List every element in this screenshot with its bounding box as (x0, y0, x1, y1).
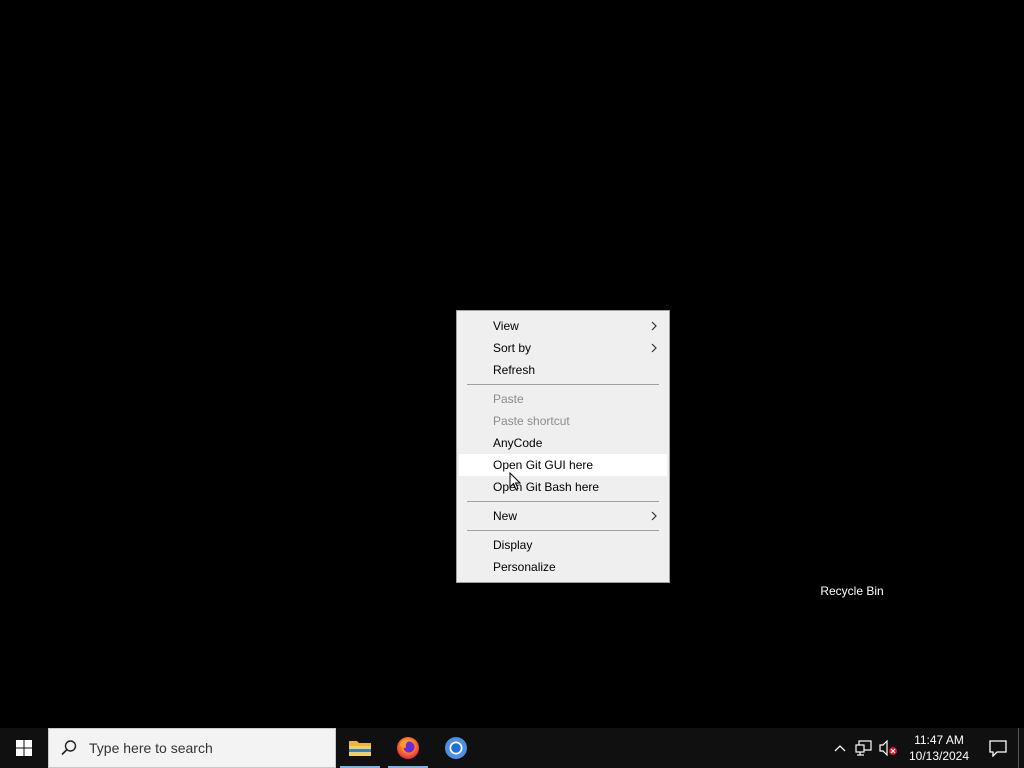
search-placeholder: Type here to search (89, 740, 213, 756)
menu-separator (467, 530, 659, 531)
menu-item-view[interactable]: View (459, 315, 667, 337)
chevron-right-icon (649, 505, 659, 527)
chevron-right-icon (649, 315, 659, 337)
network-icon[interactable] (852, 728, 876, 768)
chromium-icon (445, 737, 467, 759)
menu-item-label: Open Git GUI here (493, 458, 594, 472)
desktop-context-menu: View Sort by Refresh Paste Paste shortcu… (456, 310, 670, 583)
file-explorer-icon (349, 741, 371, 756)
show-desktop-button[interactable] (1018, 728, 1024, 768)
taskbar-clock[interactable]: 11:47 AM 10/13/2024 (906, 732, 972, 764)
taskbar-search-box[interactable]: Type here to search (48, 728, 336, 768)
clock-date: 10/13/2024 (908, 749, 970, 763)
menu-item-label: Paste shortcut (493, 414, 570, 428)
menu-item-label: New (493, 509, 518, 523)
menu-item-refresh[interactable]: Refresh (459, 359, 667, 381)
menu-item-label: AnyCode (493, 436, 543, 450)
menu-separator (467, 384, 659, 385)
taskbar-app-file-explorer[interactable] (336, 728, 384, 768)
menu-item-label: Personalize (493, 560, 556, 574)
menu-item-open-git-bash[interactable]: Open Git Bash here (459, 476, 667, 498)
system-tray: 11:47 AM 10/13/2024 (828, 728, 1024, 768)
firefox-icon (397, 737, 419, 759)
menu-item-label: Open Git Bash here (493, 480, 600, 494)
menu-item-new[interactable]: New (459, 505, 667, 527)
recycle-bin-label: Recycle Bin (820, 584, 884, 598)
menu-separator (467, 501, 659, 502)
menu-item-paste: Paste (459, 388, 667, 410)
action-center-button[interactable] (978, 728, 1018, 768)
taskbar-app-chromium[interactable] (432, 728, 480, 768)
menu-item-sort-by[interactable]: Sort by (459, 337, 667, 359)
desktop[interactable]: Recycle Bin View Sort by Refresh Paste P… (0, 0, 1024, 728)
menu-item-label: Sort by (493, 341, 532, 355)
chevron-right-icon (649, 337, 659, 359)
menu-item-label: Display (493, 538, 533, 552)
volume-muted-icon[interactable] (876, 728, 900, 768)
menu-item-personalize[interactable]: Personalize (459, 556, 667, 578)
menu-item-paste-shortcut: Paste shortcut (459, 410, 667, 432)
menu-item-label: Paste (493, 392, 524, 406)
chevron-up-icon[interactable] (828, 728, 852, 768)
clock-time: 11:47 AM (914, 733, 964, 747)
menu-item-anycode[interactable]: AnyCode (459, 432, 667, 454)
search-icon (59, 738, 79, 758)
notification-icon (989, 740, 1007, 757)
recycle-bin[interactable]: Recycle Bin (808, 582, 896, 600)
taskbar: Type here to search 11:47 AM 10/13/2024 (0, 728, 1024, 768)
menu-item-label: Refresh (493, 363, 536, 377)
windows-logo-icon (16, 740, 32, 756)
start-button[interactable] (0, 728, 48, 768)
taskbar-app-firefox[interactable] (384, 728, 432, 768)
menu-item-open-git-gui[interactable]: Open Git GUI here (459, 454, 667, 476)
menu-item-display[interactable]: Display (459, 534, 667, 556)
menu-item-label: View (493, 319, 519, 333)
